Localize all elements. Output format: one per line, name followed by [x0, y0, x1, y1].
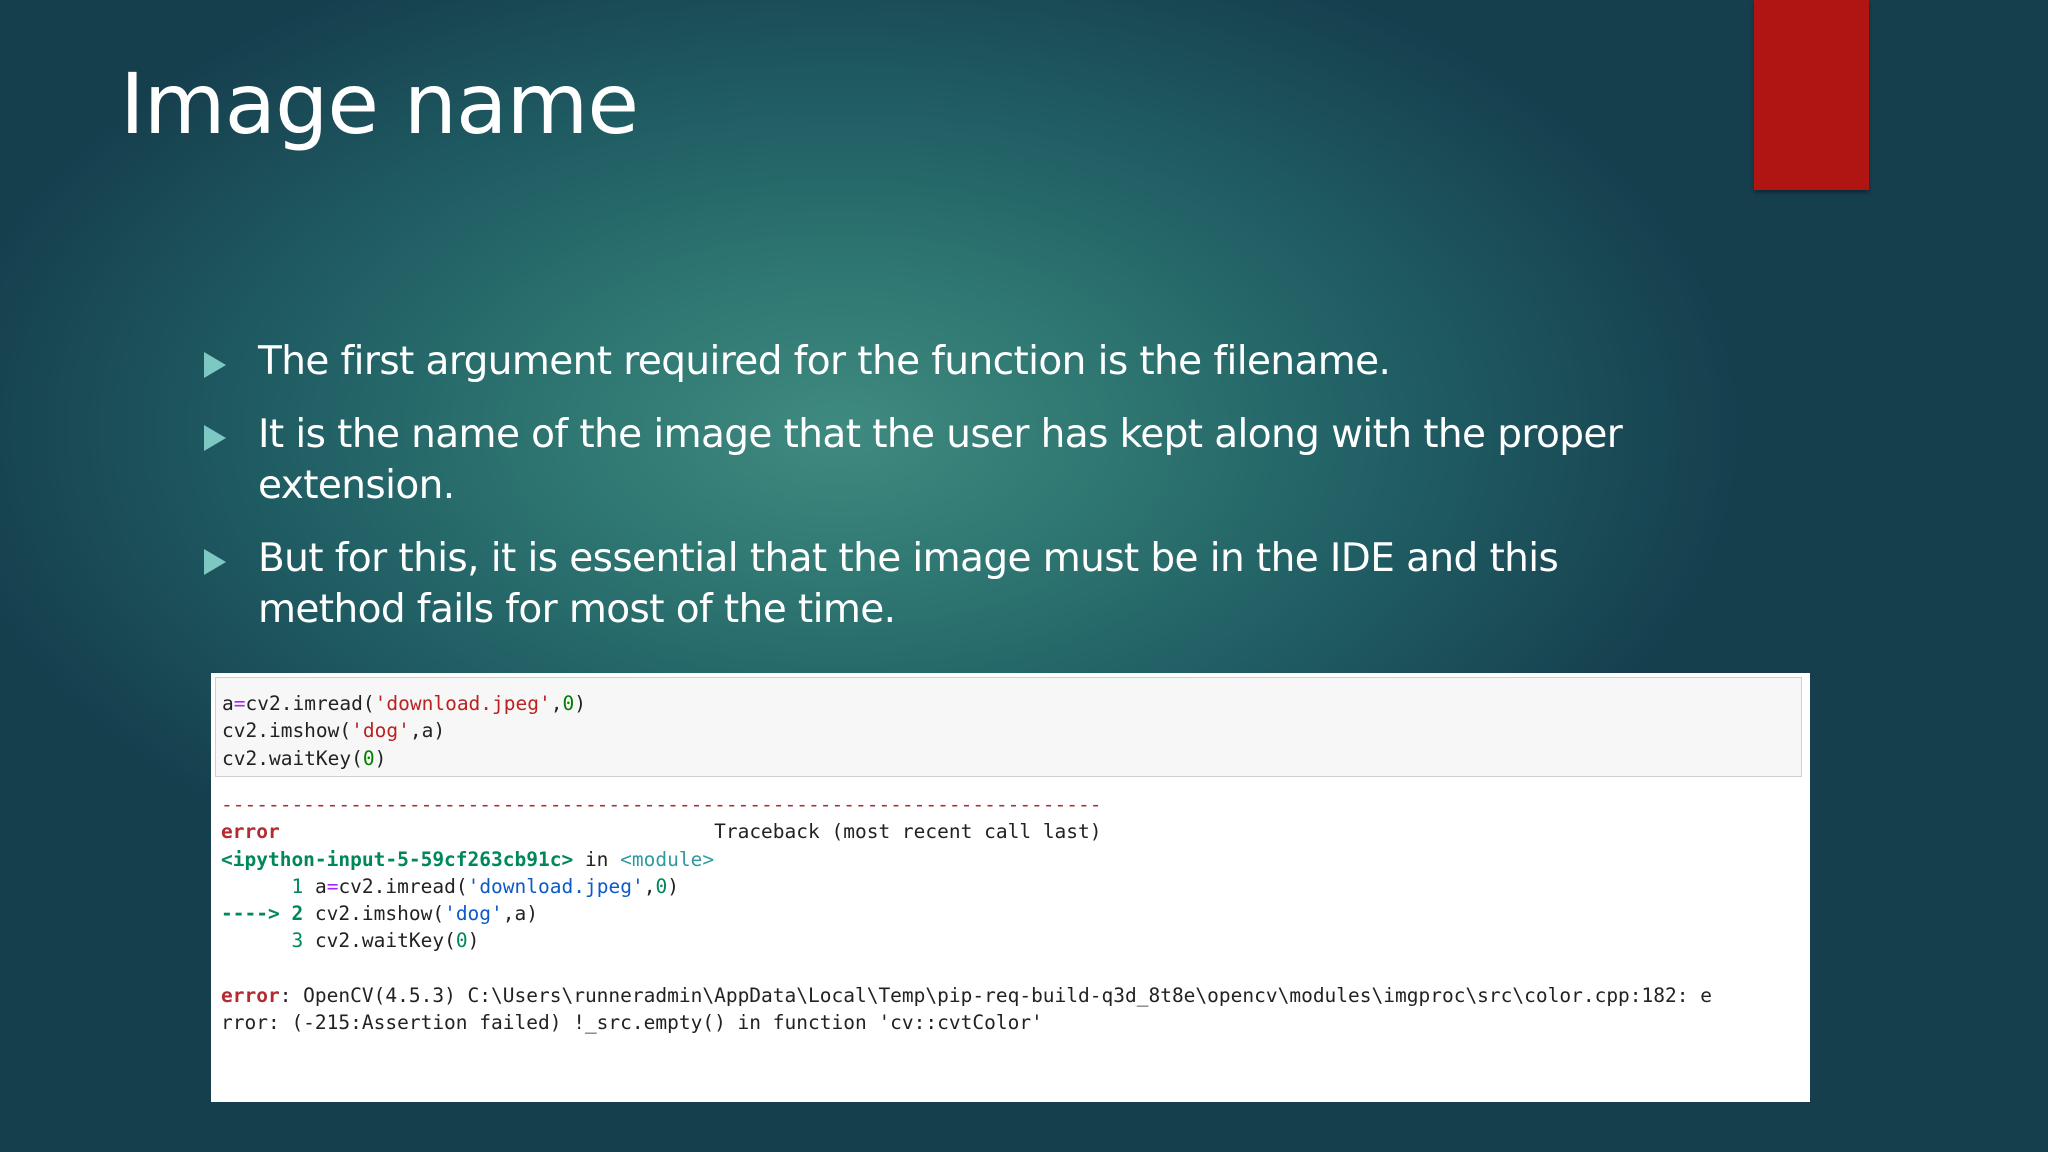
bullet-item: The first argument required for the func… — [200, 336, 1660, 387]
bullet-text: It is the name of the image that the use… — [258, 412, 1623, 508]
bullet-item: It is the name of the image that the use… — [200, 409, 1660, 511]
accent-bar — [1754, 0, 1869, 190]
bullet-item: But for this, it is essential that the i… — [200, 533, 1660, 635]
output-separator: ----------------------------------------… — [221, 793, 1102, 816]
bullet-text: The first argument required for the func… — [258, 339, 1391, 384]
error-output: ----------------------------------------… — [221, 791, 1806, 1037]
traceback-location: <ipython-input-5-59cf263cb91c> in <modul… — [221, 847, 715, 871]
error-message-line: error: OpenCV(4.5.3) C:\Users\runneradmi… — [221, 984, 1712, 1008]
code-cell: a=cv2.imread('download.jpeg',0) cv2.imsh… — [215, 677, 1802, 777]
code-line: a=cv2.imread('download.jpeg',0) — [222, 692, 586, 715]
triangle-bullet-icon — [204, 549, 226, 575]
bullet-text: But for this, it is essential that the i… — [258, 536, 1559, 632]
slide-title: Image name — [120, 55, 639, 153]
traceback-line: 1 a=cv2.imread('download.jpeg',0) — [291, 874, 679, 898]
traceback-line: ----> 2 cv2.imshow('dog',a) — [221, 902, 539, 926]
notebook-screenshot: a=cv2.imread('download.jpeg',0) cv2.imsh… — [211, 673, 1810, 1102]
code-line: cv2.imshow('dog',a) — [222, 719, 446, 743]
triangle-bullet-icon — [204, 425, 226, 451]
code-line: cv2.waitKey(0) — [222, 746, 387, 770]
error-message-line: rror: (-215:Assertion failed) !_src.empt… — [221, 1011, 1043, 1035]
triangle-bullet-icon — [204, 352, 226, 378]
bullet-list: The first argument required for the func… — [200, 336, 1660, 657]
traceback-line: 3 cv2.waitKey(0) — [291, 929, 480, 953]
traceback-header: error Traceback (most recent call last) — [221, 820, 1102, 844]
